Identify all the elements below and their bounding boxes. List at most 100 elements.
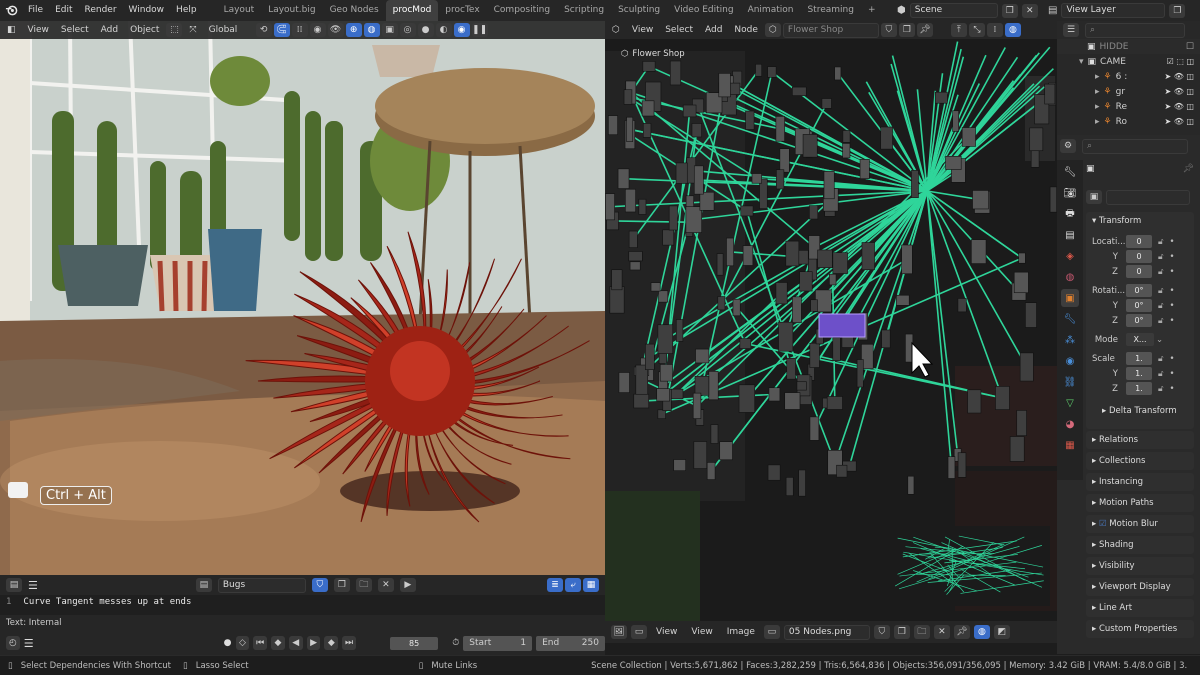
prev-keyframe-icon[interactable]: ◆	[271, 636, 285, 650]
outliner-search-input[interactable]: ⌕	[1085, 22, 1185, 38]
new-view-layer-icon[interactable]: ❐	[1169, 3, 1186, 18]
unlink-text-icon[interactable]: ✕	[377, 578, 394, 592]
tab-procmod[interactable]: procMod	[385, 0, 439, 21]
pin-properties-icon[interactable]: 📌︎	[1183, 164, 1194, 174]
location-x-field[interactable]: 0	[1126, 235, 1152, 248]
stopwatch-icon[interactable]: ⏱	[452, 638, 459, 648]
line-text[interactable]: Curve Tangent messes up at ends	[23, 597, 191, 607]
keyframe-dot-icon[interactable]: •	[1170, 267, 1175, 277]
physics-tab-icon[interactable]: ◉	[1061, 352, 1079, 370]
visibility-icon[interactable]: 👁︎	[327, 23, 344, 37]
pause-icon[interactable]: ❚❚	[471, 23, 488, 37]
scale-y-field[interactable]: 1.	[1126, 367, 1152, 380]
new-image-icon[interactable]: ❐	[893, 625, 910, 639]
shading-wireframe-icon[interactable]: ◎	[399, 23, 416, 37]
material-tab-icon[interactable]: ◕	[1061, 415, 1079, 433]
world-tab-icon[interactable]: ◍	[1061, 268, 1079, 286]
select-mode-icon[interactable]: ⬚	[166, 23, 183, 37]
shading-solid-icon[interactable]: ●	[417, 23, 434, 37]
keyframe-dot-icon[interactable]: •	[1170, 369, 1175, 379]
image-overlay-icon[interactable]: ◍	[973, 625, 990, 639]
row-visibility-icons[interactable]: ➤ 👁︎ ◫	[1164, 72, 1200, 81]
image-menu-image[interactable]: Image	[722, 627, 760, 637]
fake-user-shield-icon[interactable]: ⛉	[311, 578, 328, 592]
timeline-menu-icon[interactable]: ☰	[24, 637, 34, 650]
transform-orientation-icon[interactable]: ⤧	[184, 25, 201, 35]
add-workspace-button[interactable]: +	[861, 0, 883, 21]
lock-icon[interactable]: 🔓︎	[1158, 316, 1164, 326]
tab-proctex[interactable]: procTex	[438, 0, 486, 21]
snap-node-icon[interactable]: ⤡	[968, 23, 985, 37]
keyframe-dot-icon[interactable]: •	[1170, 316, 1175, 326]
viewport-menu-view[interactable]: View	[23, 25, 54, 35]
image-editor-type-icon[interactable]: 🖼︎	[611, 625, 627, 639]
image-pin-icon[interactable]: 📌︎	[953, 625, 970, 639]
line-art-panel-header[interactable]: ▸ Line Art	[1086, 599, 1194, 617]
menu-help[interactable]: Help	[170, 0, 203, 21]
menu-render[interactable]: Render	[79, 0, 123, 21]
collections-panel-header[interactable]: ▸ Collections	[1086, 452, 1194, 470]
word-wrap-icon[interactable]: ⤶	[565, 578, 581, 592]
keyframe-dot-icon[interactable]: •	[1170, 237, 1175, 247]
current-frame-field[interactable]: 85	[389, 636, 439, 650]
fake-user-icon[interactable]: ⛉	[880, 23, 897, 37]
tab-layout-big[interactable]: Layout.big	[261, 0, 322, 21]
viewport-menu-select[interactable]: Select	[56, 25, 94, 35]
blender-logo-icon[interactable]	[0, 0, 22, 21]
view-layer-selector[interactable]: ▤ View Layer ❐	[1048, 3, 1186, 18]
syntax-highlight-icon[interactable]: ▦	[583, 578, 599, 592]
node-menu-add[interactable]: Add	[700, 25, 727, 35]
motion-paths-panel-header[interactable]: ▸ Motion Paths	[1086, 494, 1194, 512]
menu-edit[interactable]: Edit	[49, 0, 78, 21]
relations-panel-header[interactable]: ▸ Relations	[1086, 431, 1194, 449]
line-numbers-icon[interactable]: ≣	[547, 578, 563, 592]
scene-tab-icon[interactable]: ◈	[1061, 247, 1079, 265]
row-visibility-icons[interactable]: ➤ 👁︎ ◫	[1164, 87, 1200, 96]
keyframe-dot-icon[interactable]: •	[1170, 286, 1175, 296]
snap-icon[interactable]: 🧲︎	[273, 23, 290, 37]
lock-icon[interactable]: 🔓︎	[1158, 267, 1164, 277]
keying-icon[interactable]: ◇	[235, 636, 250, 650]
delta-transform-subpanel[interactable]: ▸ Delta Transform	[1086, 402, 1194, 420]
pin-icon[interactable]: 📌︎	[916, 23, 933, 37]
node-tree-type-icon[interactable]: ⬡	[764, 23, 781, 37]
transform-panel-header[interactable]: ▾ Transform	[1086, 212, 1194, 230]
outliner-row[interactable]: ▸ ⚘ 6 : ➤ 👁︎ ◫	[1057, 69, 1200, 84]
jump-end-icon[interactable]: ⏭	[342, 636, 356, 650]
open-image-icon[interactable]: 🗀︎	[913, 625, 930, 639]
xray-icon[interactable]: ▣	[381, 23, 398, 37]
scene-selector[interactable]: ⬢ Scene ❐ ✕	[897, 3, 1038, 18]
motion-blur-panel-header[interactable]: ▸ ☑ Motion Blur	[1086, 515, 1194, 533]
run-script-icon[interactable]: ▶	[399, 578, 416, 592]
text-datablock-icon[interactable]: ▤	[195, 578, 212, 592]
tab-layout[interactable]: Layout	[217, 0, 262, 21]
object-type-icon[interactable]: ▣	[1086, 190, 1102, 204]
new-text-icon[interactable]: ❐	[333, 578, 350, 592]
tab-sculpting[interactable]: Sculpting	[611, 0, 667, 21]
output-tab-icon[interactable]: 🖶︎	[1061, 205, 1079, 223]
viewport-menu-add[interactable]: Add	[96, 25, 123, 35]
keyframe-dot-icon[interactable]: •	[1170, 301, 1175, 311]
outliner-row[interactable]: ▾ ▣ CAME ☑ ⬚ ◫	[1057, 54, 1200, 69]
pivot-icon[interactable]: ⟲	[255, 23, 272, 37]
shading-panel-header[interactable]: ▸ Shading	[1086, 536, 1194, 554]
node-menu-select[interactable]: Select	[660, 25, 698, 35]
viewport-display-panel-header[interactable]: ▸ Viewport Display	[1086, 578, 1194, 596]
snap-target-icon[interactable]: ⁞⁞	[291, 23, 308, 37]
outliner-row[interactable]: ▸ ⚘ gr ➤ 👁︎ ◫	[1057, 84, 1200, 99]
node-menu-node[interactable]: Node	[729, 25, 763, 35]
menu-file[interactable]: File	[22, 0, 49, 21]
timeline[interactable]: ◴ ☰ ● ◇ ⏮ ◆ ◀ ▶ ◆ ⏭ 85 ⏱ Start 1 End 250	[0, 631, 605, 655]
lock-icon[interactable]: 🔓︎	[1158, 237, 1164, 247]
tab-streaming[interactable]: Streaming	[800, 0, 860, 21]
tab-animation[interactable]: Animation	[741, 0, 801, 21]
outliner-row[interactable]: ▣ HIDDE ☐	[1057, 39, 1200, 54]
outliner[interactable]: ☰ ⌕ ▣ HIDDE ☐ ▾ ▣ CAME ☑ ⬚ ◫ ▸ ⚘ 6 : ➤ 👁︎…	[1057, 21, 1200, 135]
timeline-editor-type-icon[interactable]: ◴	[6, 636, 20, 650]
duplicate-node-tree-icon[interactable]: ❐	[898, 23, 915, 37]
node-menu-view[interactable]: View	[627, 25, 658, 35]
row-visibility-icons[interactable]: ➤ 👁︎ ◫	[1164, 102, 1200, 111]
lock-icon[interactable]: 🔓︎	[1158, 354, 1164, 364]
tab-compositing[interactable]: Compositing	[487, 0, 557, 21]
tab-scripting[interactable]: Scripting	[557, 0, 611, 21]
